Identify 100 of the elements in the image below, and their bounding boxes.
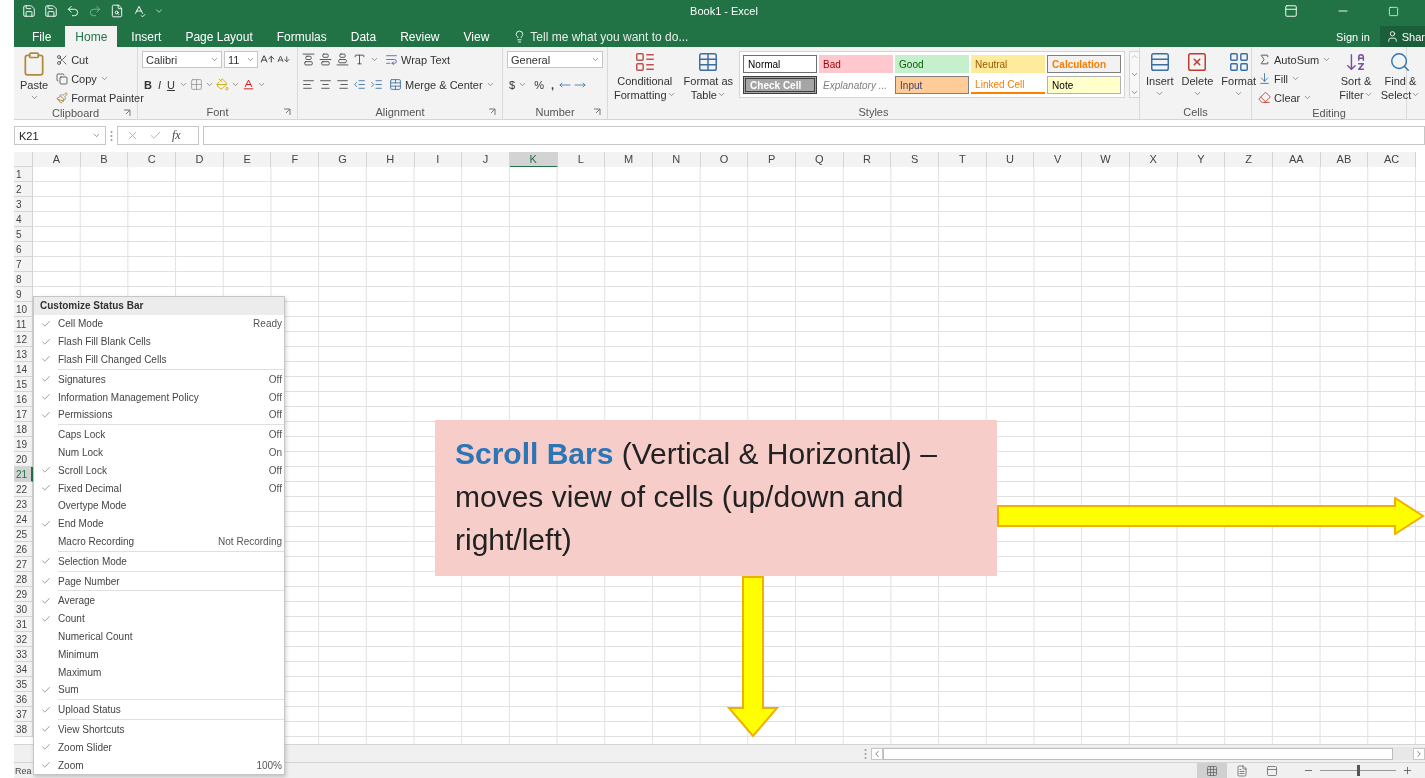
cells-button[interactable]: Insert [1144,51,1176,104]
restore-icon[interactable] [1388,5,1399,17]
borders-icon[interactable] [189,78,203,91]
menu-item[interactable]: Upload Status [34,700,284,719]
row-header[interactable]: 11 [14,317,33,332]
column-header[interactable]: T [939,152,987,167]
menu-item[interactable]: Page Number [34,572,284,590]
number-format-field[interactable]: General [507,51,603,68]
ribbon-tab[interactable]: File [22,26,62,47]
row-header[interactable]: 20 [14,452,33,467]
cell-style-option[interactable]: Note [1047,76,1122,94]
row-header[interactable]: 36 [14,692,33,707]
menu-item[interactable]: Numerical Count [34,627,284,646]
undo-icon[interactable] [66,4,80,18]
menu-item[interactable]: Caps Lock Off [34,425,284,444]
menu-item[interactable]: Average [34,591,284,610]
menu-item[interactable]: Macro Recording Not Recording [34,532,284,551]
customize-icon[interactable] [154,6,164,16]
format-as-table-button[interactable]: Format as Table [681,51,736,104]
row-header[interactable]: 8 [14,272,33,287]
menu-item[interactable]: Cell Mode Ready [34,315,284,333]
row-header[interactable]: 35 [14,677,33,692]
font-name-field[interactable]: Calibri [142,51,222,68]
row-header[interactable]: 3 [14,197,33,212]
column-header[interactable]: W [1082,152,1130,167]
column-header[interactable]: Y [1177,152,1226,167]
conditional-formatting-button[interactable]: Conditional Formatting [612,51,678,104]
percent-button[interactable]: % [532,76,546,93]
row-header[interactable]: 13 [14,347,33,362]
row-header[interactable]: 24 [14,512,33,527]
autosum-button[interactable]: AutoSum [1256,51,1334,68]
row-header[interactable]: 17 [14,407,33,422]
column-header[interactable]: Q [796,152,844,167]
fill-button[interactable]: Fill [1256,70,1303,87]
row-header[interactable]: 31 [14,617,33,632]
column-header[interactable]: G [319,152,367,167]
font-color-icon[interactable] [241,78,255,91]
row-header[interactable]: 10 [14,302,33,317]
menu-item[interactable]: Scroll Lock Off [34,461,284,480]
cell-style-option[interactable]: Good [895,55,970,73]
menu-item[interactable]: Overtype Mode [34,496,284,515]
column-header[interactable]: U [986,152,1035,167]
enter-icon[interactable] [149,129,162,142]
row-header[interactable]: 32 [14,632,33,647]
view-button[interactable] [1197,763,1227,778]
dialog-launcher-icon[interactable] [283,107,291,116]
ribbon-tab[interactable]: Data [340,26,387,47]
ribbon-tab[interactable]: Page Layout [175,26,263,47]
menu-item[interactable]: Fixed Decimal Off [34,479,284,497]
scroll-left-icon[interactable] [872,748,882,759]
menu-item[interactable]: Information Management Policy Off [34,388,284,406]
row-header[interactable]: 37 [14,707,33,722]
merge-center-button[interactable]: Merge & Center [387,76,497,93]
row-header[interactable]: 27 [14,557,33,572]
column-header[interactable]: J [462,152,510,167]
row-header[interactable]: 30 [14,602,33,617]
column-header[interactable]: B [80,152,129,167]
ribbon-tab[interactable]: Insert [121,26,172,47]
splitter-icon[interactable] [110,129,113,142]
menu-item[interactable]: View Shortcuts [34,720,284,739]
ribbon-options-icon[interactable] [1284,4,1298,18]
row-header[interactable]: 23 [14,497,33,512]
orientation-icon[interactable] [353,53,366,66]
scroll-right-icon[interactable] [1414,748,1424,759]
cell-style-option[interactable]: Normal [743,55,818,73]
font-size-field[interactable]: 11 [224,51,258,68]
italic-button[interactable]: I [155,76,163,93]
menu-item[interactable]: Signatures Off [34,370,284,389]
menu-item[interactable]: Num Lock On [34,443,284,462]
column-header[interactable]: R [843,152,892,167]
wrap-text-button[interactable]: Wrap Text [383,51,453,68]
dialog-launcher-icon[interactable] [123,108,131,117]
row-header[interactable]: 33 [14,647,33,662]
fill-color-icon[interactable] [215,78,229,91]
row-header[interactable]: 14 [14,362,33,377]
column-header[interactable]: M [605,152,653,167]
row-header[interactable]: 21 [14,467,33,482]
row-header[interactable]: 38 [14,722,33,737]
tell-me-search[interactable]: Tell me what you want to do... [513,26,1327,47]
save-as-icon[interactable] [44,4,58,18]
align-bottom-icon[interactable] [336,53,349,66]
row-header[interactable]: 5 [14,227,33,242]
row-header[interactable]: 9 [14,287,33,302]
currency-button[interactable]: $ [507,76,530,93]
find-select-button[interactable]: Find & Select [1378,51,1423,106]
column-header[interactable]: N [652,152,701,167]
menu-item[interactable]: Flash Fill Changed Cells [34,350,284,369]
align-top-icon[interactable] [302,53,315,66]
row-header[interactable]: 18 [14,422,33,437]
formula-input[interactable] [203,126,1425,145]
row-header[interactable]: 2 [14,182,33,197]
zoom-in-icon[interactable] [1402,765,1413,776]
column-header[interactable]: P [748,152,796,167]
save-icon[interactable] [22,4,36,18]
menu-item[interactable]: Selection Mode [34,552,284,571]
column-header[interactable]: E [223,152,272,167]
column-header[interactable]: AA [1272,152,1321,167]
print-preview-icon[interactable] [110,4,124,18]
column-header[interactable]: I [414,152,463,167]
redo-icon[interactable] [88,4,102,18]
